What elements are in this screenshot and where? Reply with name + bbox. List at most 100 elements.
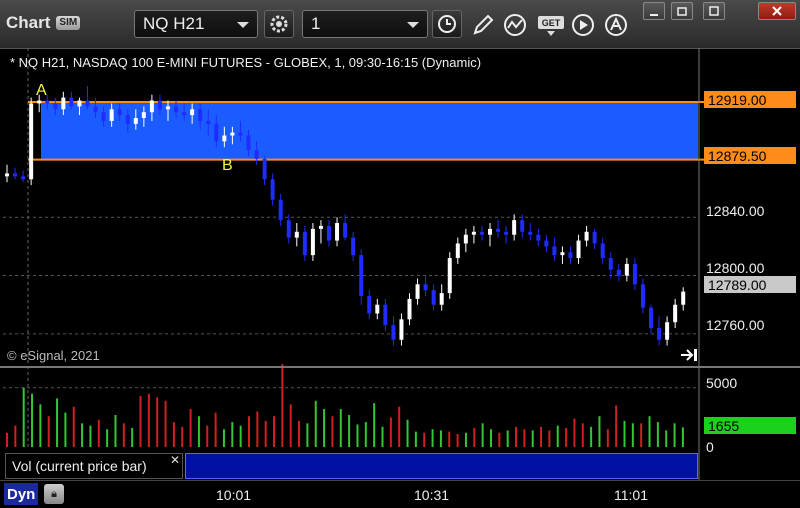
scroll-to-end-icon[interactable] xyxy=(680,347,698,363)
candle-body xyxy=(423,284,428,291)
copyright-text: © eSignal, 2021 xyxy=(7,348,100,363)
candle-body xyxy=(367,295,372,314)
candle xyxy=(383,298,388,331)
candle-body xyxy=(496,228,501,232)
candle-body xyxy=(157,100,162,110)
candle-body xyxy=(327,225,331,241)
candle xyxy=(294,223,299,247)
candle xyxy=(504,225,509,244)
candle-body xyxy=(53,103,58,110)
zone-rect xyxy=(41,101,698,160)
candle-body xyxy=(206,120,211,124)
candle-body xyxy=(624,263,629,276)
candle-body xyxy=(294,231,299,238)
candle xyxy=(415,278,420,305)
candle xyxy=(584,225,589,247)
lower-level-tag: 12879.50 xyxy=(704,147,796,164)
candle xyxy=(29,97,34,186)
candle xyxy=(632,258,637,291)
candle-body xyxy=(552,246,557,256)
candle-body xyxy=(69,97,74,107)
candle-body xyxy=(29,103,34,180)
candle-body xyxy=(318,225,323,229)
candle-body xyxy=(109,109,114,121)
candle xyxy=(512,214,517,241)
candle-body xyxy=(262,158,267,180)
price-tick: 12760.00 xyxy=(706,317,765,333)
candle xyxy=(327,220,331,247)
candle-body xyxy=(359,255,364,296)
candle xyxy=(302,225,307,261)
candle-body xyxy=(681,291,686,305)
candle xyxy=(439,284,444,311)
candle-body xyxy=(21,176,26,180)
candle-body xyxy=(149,100,154,113)
zone-label-a: A xyxy=(36,82,47,99)
time-axis xyxy=(0,480,800,508)
volume-tick: 0 xyxy=(706,439,714,455)
candle-body xyxy=(431,290,436,305)
candle xyxy=(423,275,428,296)
candle xyxy=(536,228,541,247)
candle-body xyxy=(600,243,605,259)
candle xyxy=(463,228,468,253)
candle xyxy=(560,246,565,264)
candle xyxy=(657,316,662,346)
upper-level-tag: 12919.00 xyxy=(704,91,796,108)
candle xyxy=(5,164,9,183)
candle-body xyxy=(673,304,678,323)
candle-body xyxy=(85,100,90,107)
candle-body xyxy=(657,328,662,340)
candle-body xyxy=(391,325,396,340)
candle-body xyxy=(141,112,146,119)
candle-body xyxy=(560,252,565,256)
candle-body xyxy=(447,258,452,294)
candle-body xyxy=(230,132,235,136)
dynamic-mode-button[interactable]: Dyn xyxy=(4,483,39,505)
candle-body xyxy=(375,304,380,314)
candle-body xyxy=(536,234,541,241)
candle-body xyxy=(343,223,348,238)
candle-body xyxy=(415,284,420,299)
candle-body xyxy=(383,304,388,326)
candle-body xyxy=(13,173,18,177)
candle xyxy=(592,228,597,250)
candle xyxy=(608,252,613,279)
candle xyxy=(649,304,653,334)
candle xyxy=(21,170,26,183)
candle xyxy=(496,220,501,238)
candle-body xyxy=(616,269,621,276)
candle-body xyxy=(77,100,82,107)
candle xyxy=(665,316,670,346)
candle-body xyxy=(182,112,187,116)
price-chart[interactable] xyxy=(0,0,800,507)
candle-body xyxy=(93,106,98,113)
volume-study-label: Vol (current price bar) xyxy=(5,453,183,479)
candle-body xyxy=(133,118,138,124)
candle-body xyxy=(238,132,243,136)
lock-icon[interactable]: 🔒︎ xyxy=(44,484,64,504)
candle-body xyxy=(463,234,468,244)
candle xyxy=(528,223,533,241)
price-tick: 12840.00 xyxy=(706,203,765,219)
time-tick: 10:01 xyxy=(216,487,252,503)
candle xyxy=(431,284,436,311)
candle-body xyxy=(399,319,404,340)
candle-body xyxy=(665,322,670,340)
candle xyxy=(600,237,605,264)
candle-body xyxy=(520,220,525,232)
candle xyxy=(270,173,275,206)
candle xyxy=(375,298,380,320)
candle xyxy=(455,237,460,264)
candle-body xyxy=(101,112,106,121)
candle-body xyxy=(568,252,573,259)
candle xyxy=(488,223,492,247)
time-tick: 11:01 xyxy=(614,487,648,503)
candle-body xyxy=(512,220,517,235)
candle-body xyxy=(544,240,549,247)
candle-body xyxy=(310,228,315,256)
candle-body xyxy=(302,231,307,256)
candle xyxy=(367,290,372,320)
candle xyxy=(343,214,348,241)
close-study-icon[interactable]: ✕ xyxy=(170,453,180,467)
